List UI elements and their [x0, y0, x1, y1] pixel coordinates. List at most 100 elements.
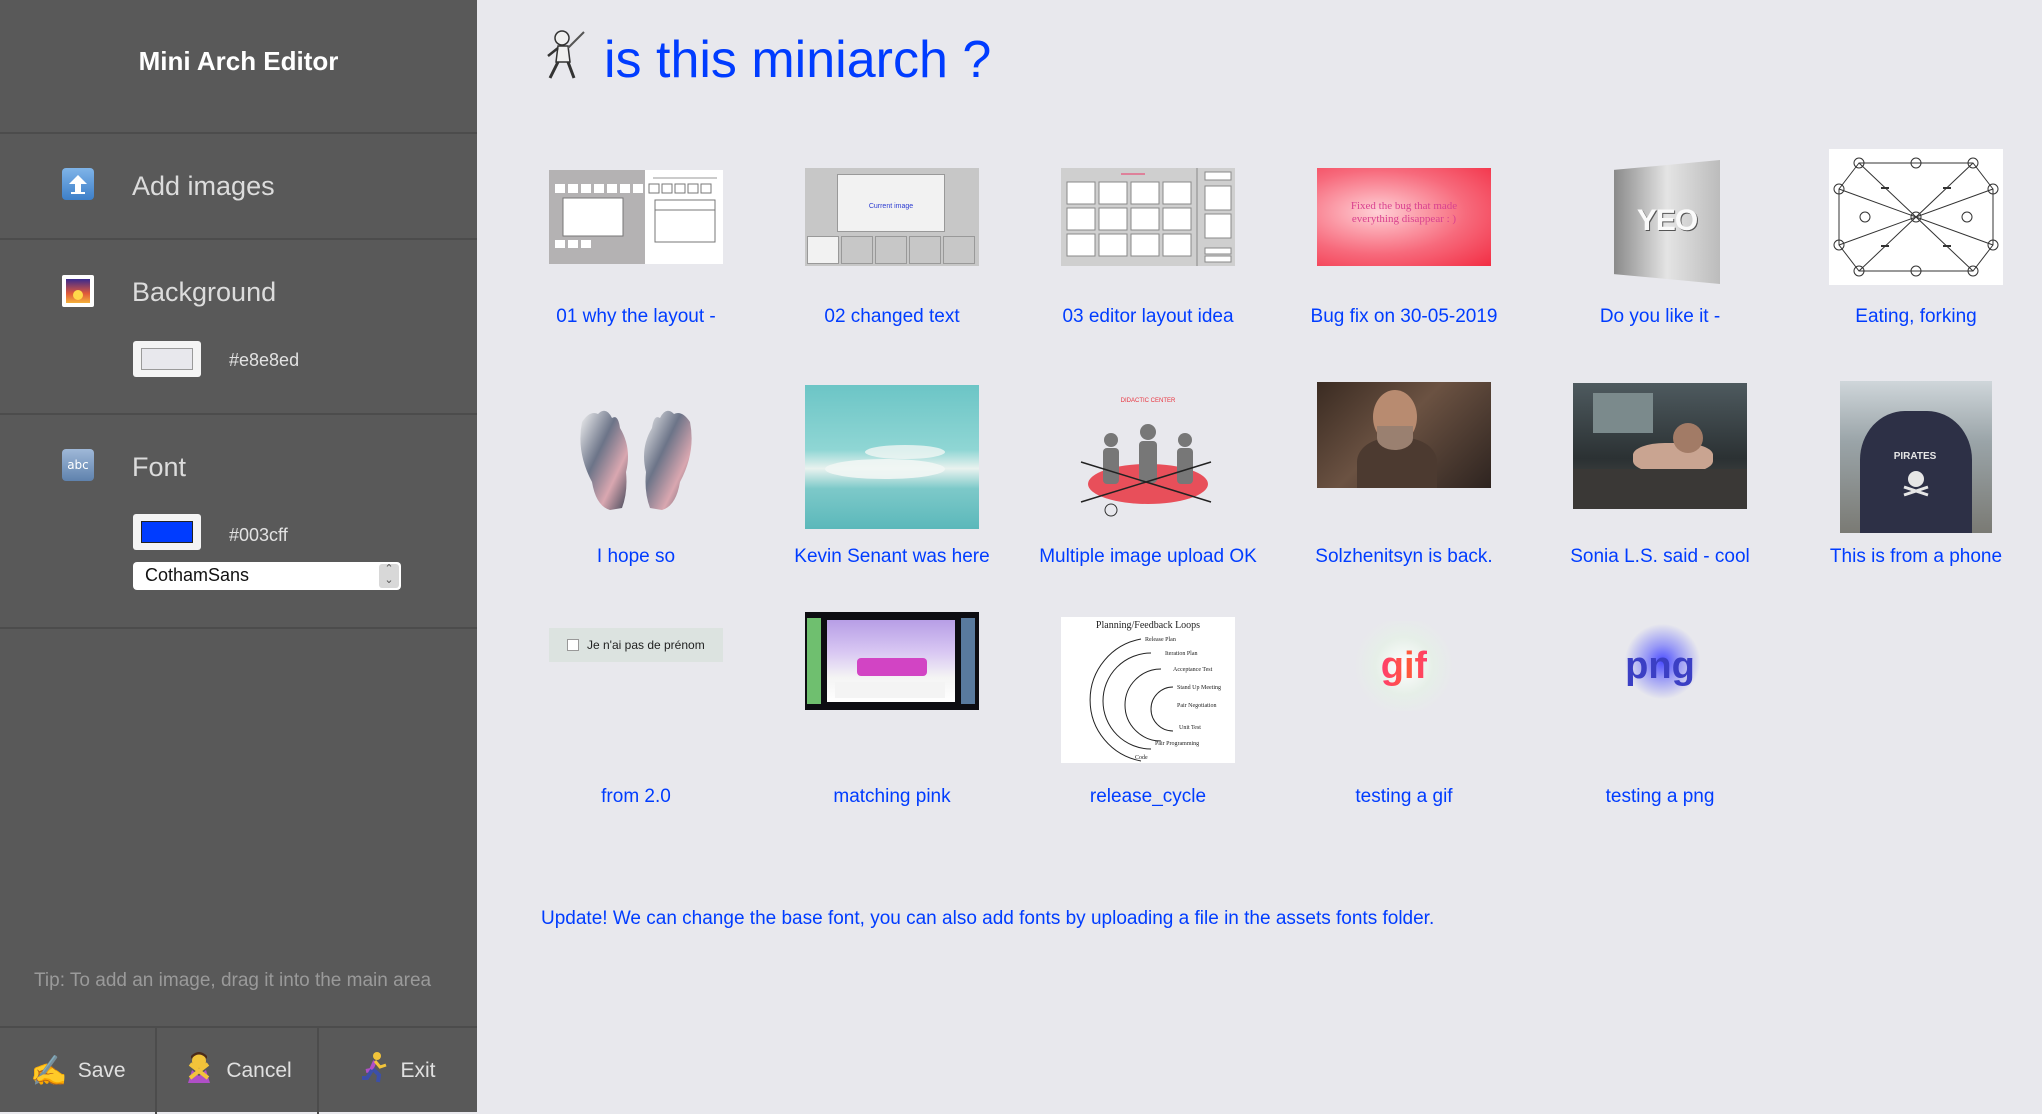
font-label: Font	[132, 452, 187, 482]
svg-text:Code: Code	[1135, 755, 1148, 761]
thumbnail-label: gif	[1380, 644, 1428, 687]
divider	[0, 238, 477, 240]
sunset-picture-icon	[62, 275, 94, 307]
font-color-value: #003cff	[229, 525, 288, 545]
cancel-label: Cancel	[226, 1059, 292, 1082]
thumbnail-image: YEO	[1614, 160, 1720, 284]
item-caption: I hope so	[596, 546, 676, 567]
add-images-label: Add images	[132, 171, 275, 201]
svg-text:DIDACTIC CENTER: DIDACTIC CENTER	[1121, 398, 1176, 404]
item-caption: testing a png	[1605, 786, 1715, 807]
thumbnail-image	[805, 385, 979, 529]
item-caption: 03 editor layout idea	[1062, 306, 1234, 327]
svg-text:Acceptance Test: Acceptance Test	[1173, 667, 1213, 673]
item-caption: matching pink	[833, 786, 951, 807]
save-label: Save	[77, 1059, 126, 1082]
background-color-swatch[interactable]	[133, 341, 201, 377]
item-caption: from 2.0	[601, 786, 671, 807]
font-color-preview	[141, 521, 193, 543]
background-color-preview	[141, 348, 193, 370]
fencer-icon	[540, 28, 590, 92]
item-caption: Do you like it -	[1599, 306, 1721, 327]
thumbnail-image: Je n'ai pas de prénom	[549, 628, 723, 662]
gallery-item[interactable]: Current image 02 changed text	[764, 132, 1020, 352]
running-person-icon	[360, 1051, 390, 1091]
checkbox	[567, 639, 579, 651]
thumbnail-image: Current image	[805, 168, 979, 266]
font-family-selected: CothamSans	[145, 565, 250, 585]
svg-text:Pair Programming: Pair Programming	[1155, 741, 1199, 747]
exit-label: Exit	[400, 1059, 436, 1082]
thumbnail-image: gif	[1349, 621, 1459, 711]
select-chevron-icon: ⌃ ⌄	[379, 564, 399, 588]
font-color-swatch[interactable]	[133, 514, 201, 550]
update-note: Update! We can change the base font, you…	[541, 908, 1435, 929]
gallery-item[interactable]: png testing a png	[1532, 612, 1788, 832]
gallery-item[interactable]: matching pink	[764, 612, 1020, 832]
item-caption: testing a gif	[1355, 786, 1453, 807]
thumbnail-image	[1061, 168, 1235, 266]
gallery-item[interactable]: Solzhenitsyn is back.	[1276, 372, 1532, 592]
page-title: is this miniarch ?	[540, 28, 991, 92]
gallery-item[interactable]: Je n'ai pas de prénom from 2.0	[508, 612, 764, 832]
svg-text:Release Plan: Release Plan	[1145, 637, 1176, 643]
upload-icon	[62, 168, 94, 200]
bottom-toolbar: ✍ Save Cancel Exit	[0, 1026, 477, 1114]
item-caption: Kevin Senant was here	[794, 546, 990, 567]
thumbnail-image: PIRATES	[1840, 381, 1992, 533]
gallery-item[interactable]: YEO Do you like it -	[1532, 132, 1788, 352]
svg-text:Stand Up Meeting: Stand Up Meeting	[1177, 685, 1221, 691]
thumbnail-label: Je n'ai pas de prénom	[587, 638, 705, 652]
thumbnail-image	[566, 392, 706, 522]
thumbnail-image	[1829, 149, 2003, 285]
cancel-button[interactable]: Cancel	[157, 1028, 317, 1114]
item-caption: Solzhenitsyn is back.	[1315, 546, 1493, 567]
item-caption: Sonia L.S. said - cool	[1570, 546, 1750, 567]
gallery-item[interactable]: Planning/Feedback Loops Release Plan Iter…	[1020, 612, 1276, 832]
gallery-item[interactable]: gif testing a gif	[1276, 612, 1532, 832]
thumbnail-label: YEO	[1636, 204, 1698, 237]
thumbnail-image	[805, 612, 979, 710]
sidebar: Mini Arch Editor Add images Background #…	[0, 0, 477, 1114]
thumbnail-image	[1573, 383, 1747, 509]
add-images-button[interactable]: Add images	[0, 134, 477, 238]
gallery-item[interactable]: Sonia L.S. said - cool	[1532, 372, 1788, 592]
app-title: Mini Arch Editor	[138, 46, 339, 76]
exit-button[interactable]: Exit	[319, 1028, 477, 1114]
abc-icon: abc	[62, 449, 94, 481]
svg-text:Unit Test: Unit Test	[1179, 725, 1201, 731]
gallery-item[interactable]: I hope so	[508, 372, 764, 592]
item-caption: 02 changed text	[824, 306, 960, 327]
gallery-item[interactable]: Eating, forking	[1788, 132, 2042, 352]
item-caption: Bug fix on 30-05-2019	[1310, 306, 1498, 327]
gallery-item[interactable]: PIRATES This is from a phone	[1788, 372, 2042, 592]
item-caption: This is from a phone	[1829, 546, 2003, 567]
thumbnail-label: png	[1625, 644, 1695, 687]
gallery-item[interactable]: Fixed the bug that made everything disap…	[1276, 132, 1532, 352]
thumbnail-label: Fixed the bug that made everything disap…	[1350, 200, 1458, 225]
save-button[interactable]: ✍ Save	[0, 1028, 156, 1114]
background-label: Background	[132, 277, 277, 307]
font-family-select[interactable]: CothamSans ⌃ ⌄	[133, 562, 401, 590]
gallery-item[interactable]: 03 editor layout idea	[1020, 132, 1276, 352]
svg-text:Iteration Plan: Iteration Plan	[1165, 651, 1198, 657]
divider	[0, 413, 477, 415]
svg-text:Pair Negotiation: Pair Negotiation	[1177, 703, 1217, 709]
writing-hand-icon: ✍	[30, 1054, 68, 1088]
divider	[0, 627, 477, 629]
item-caption: release_cycle	[1089, 786, 1207, 807]
thumbnail-image: DIDACTIC CENTER	[1061, 392, 1235, 522]
item-caption: Eating, forking	[1855, 306, 1977, 327]
gallery-item[interactable]: Kevin Senant was here	[764, 372, 1020, 592]
thumbnail-image	[549, 170, 723, 264]
thumbnail-image	[1317, 382, 1491, 488]
background-color-value: #e8e8ed	[229, 350, 300, 370]
gallery-item[interactable]: 01 why the layout -	[508, 132, 764, 352]
item-caption: 01 why the layout -	[556, 306, 716, 327]
item-caption: Multiple image upload OK	[1039, 546, 1257, 567]
page-title-text: is this miniarch ?	[604, 31, 992, 89]
thumbnail-label: Current image	[837, 174, 945, 232]
thumbnail-image: Planning/Feedback Loops Release Plan Iter…	[1061, 617, 1235, 763]
gallery-item[interactable]: DIDACTIC CENTER Multiple image upload OK	[1020, 372, 1276, 592]
gesturing-no-icon	[182, 1050, 216, 1092]
